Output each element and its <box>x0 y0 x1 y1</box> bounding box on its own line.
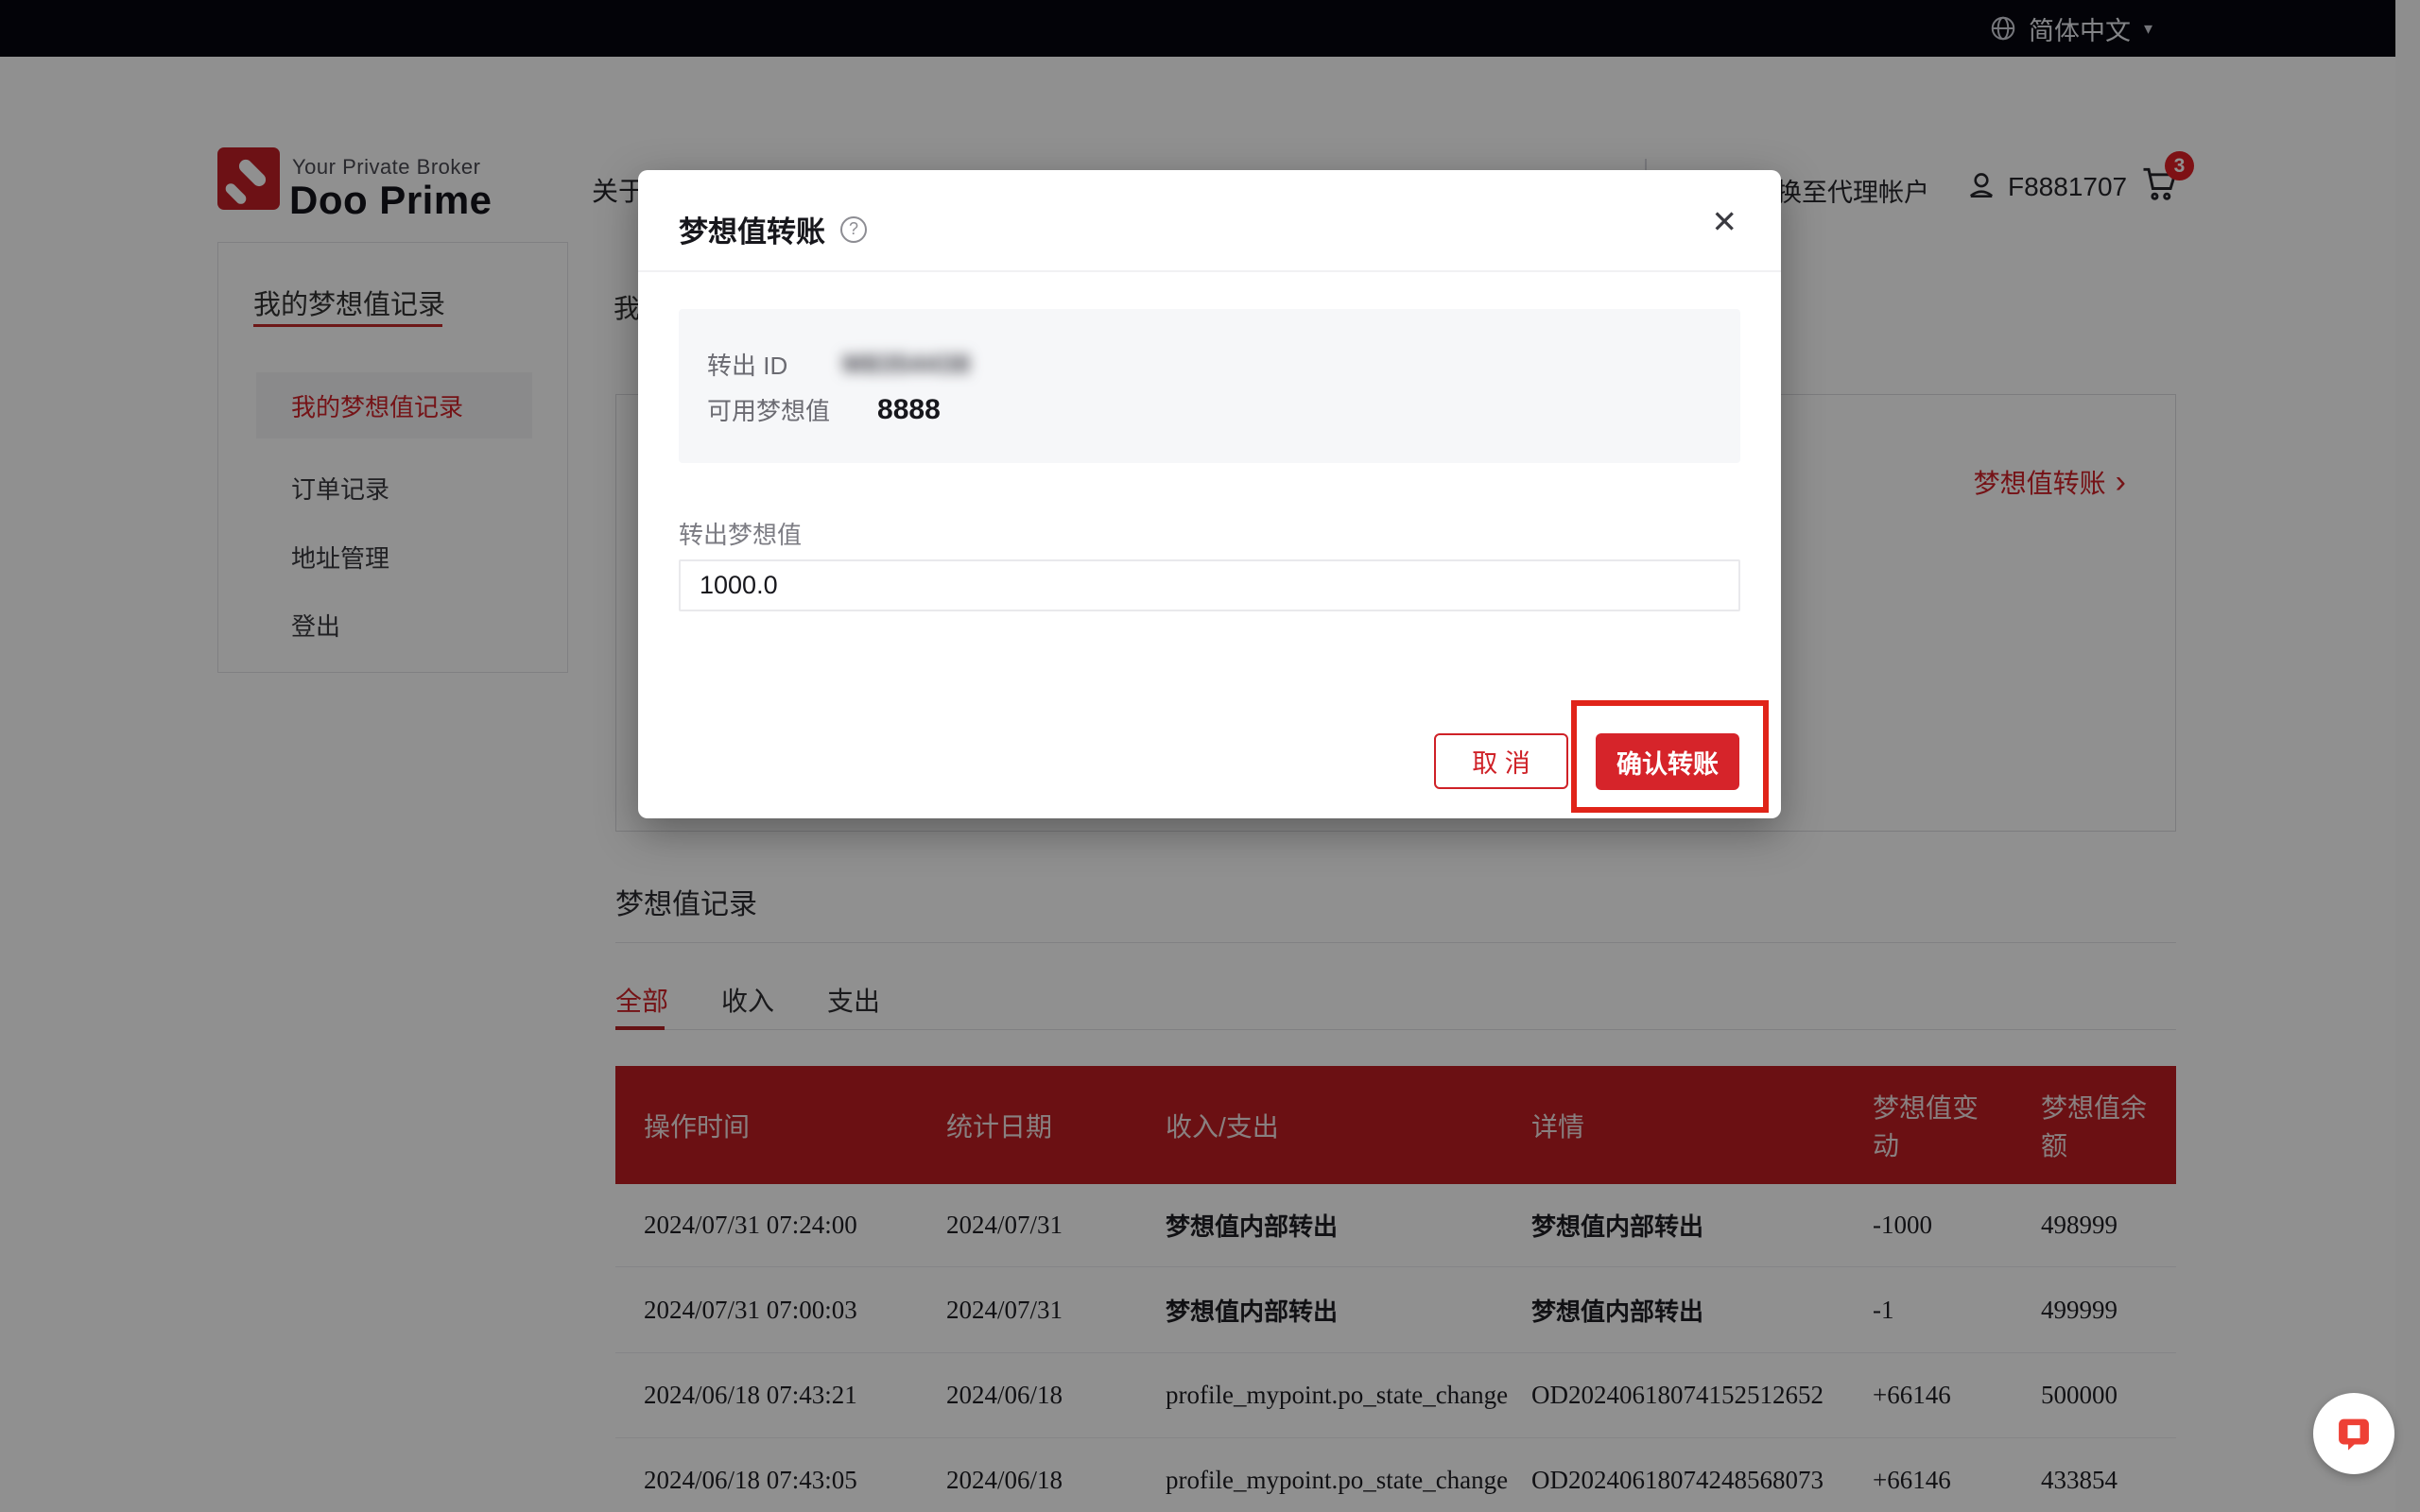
available-points-label: 可用梦想值 <box>707 392 830 427</box>
confirm-transfer-button[interactable]: 确认转账 <box>1596 733 1739 790</box>
transfer-amount-input[interactable] <box>679 559 1740 611</box>
page: 简体中文 ▾ Your Private Broker Doo Prime 关于理… <box>0 0 2420 1512</box>
cancel-button[interactable]: 取 消 <box>1434 733 1568 789</box>
from-id-row: 转出 ID M8354438 <box>707 347 971 382</box>
chat-bubble-icon <box>2332 1412 2376 1455</box>
modal-title-row: 梦想值转账 ? <box>679 208 867 250</box>
help-icon[interactable]: ? <box>840 216 867 243</box>
available-points-row: 可用梦想值 8888 <box>707 392 941 427</box>
live-chat-button[interactable] <box>2313 1393 2394 1474</box>
close-icon[interactable]: ✕ <box>1711 206 1737 237</box>
modal-divider <box>638 270 1781 272</box>
transfer-amount-label: 转出梦想值 <box>679 516 802 551</box>
available-points-value: 8888 <box>877 394 941 426</box>
from-id-label: 转出 ID <box>707 347 787 382</box>
transfer-info-box: 转出 ID M8354438 可用梦想值 8888 <box>679 309 1740 463</box>
points-transfer-modal: 梦想值转账 ? ✕ 转出 ID M8354438 可用梦想值 8888 转出梦想… <box>638 170 1781 818</box>
modal-title: 梦想值转账 <box>679 208 825 250</box>
from-id-value: M8354438 <box>842 350 971 379</box>
